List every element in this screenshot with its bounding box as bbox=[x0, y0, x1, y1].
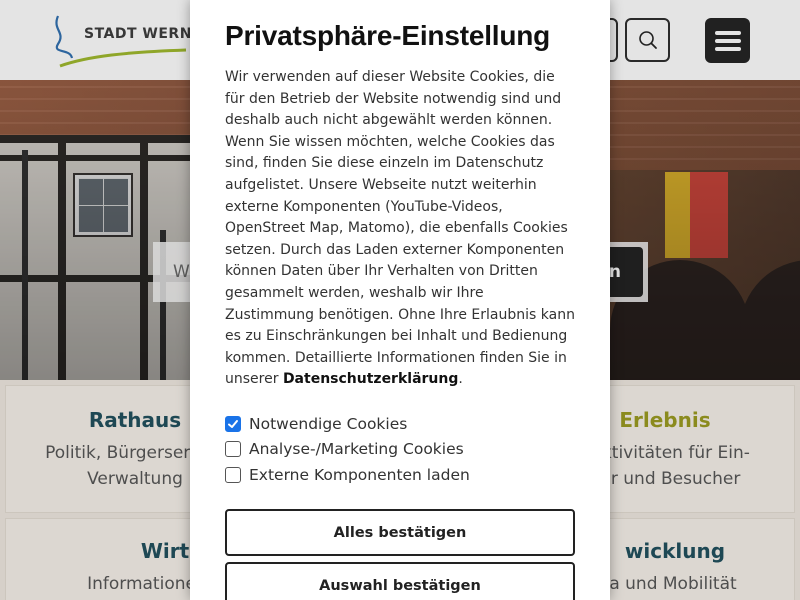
checkbox-analytics-cookies[interactable] bbox=[225, 441, 241, 458]
dialog-body-suffix: . bbox=[458, 371, 463, 388]
option-label: Externe Komponenten laden bbox=[249, 465, 470, 484]
cookie-options: Notwendige Cookies Analyse-/Marketing Co… bbox=[225, 411, 575, 488]
dialog-title: Privatsphäre-Einstellung bbox=[225, 20, 551, 51]
accept-selection-button[interactable]: Auswahl bestätigen bbox=[225, 562, 575, 600]
dialog-body: Wir verwenden auf dieser Website Cookies… bbox=[225, 67, 575, 391]
option-necessary-cookies[interactable]: Notwendige Cookies bbox=[225, 411, 575, 437]
option-analytics-cookies[interactable]: Analyse-/Marketing Cookies bbox=[225, 436, 575, 462]
option-label: Analyse-/Marketing Cookies bbox=[249, 440, 464, 459]
option-label: Notwendige Cookies bbox=[249, 414, 408, 433]
dialog-body-text: Wir verwenden auf dieser Website Cookies… bbox=[225, 69, 575, 388]
checkmark-icon bbox=[228, 419, 238, 428]
checkbox-external-components[interactable] bbox=[225, 466, 241, 483]
privacy-consent-dialog: Privatsphäre-Einstellung Wir verwenden a… bbox=[190, 0, 610, 600]
privacy-policy-link[interactable]: Datenschutzerklärung bbox=[283, 371, 458, 387]
option-external-components[interactable]: Externe Komponenten laden bbox=[225, 462, 575, 488]
checkbox-necessary-cookies[interactable] bbox=[225, 415, 241, 432]
accept-all-button[interactable]: Alles bestätigen bbox=[225, 509, 575, 557]
